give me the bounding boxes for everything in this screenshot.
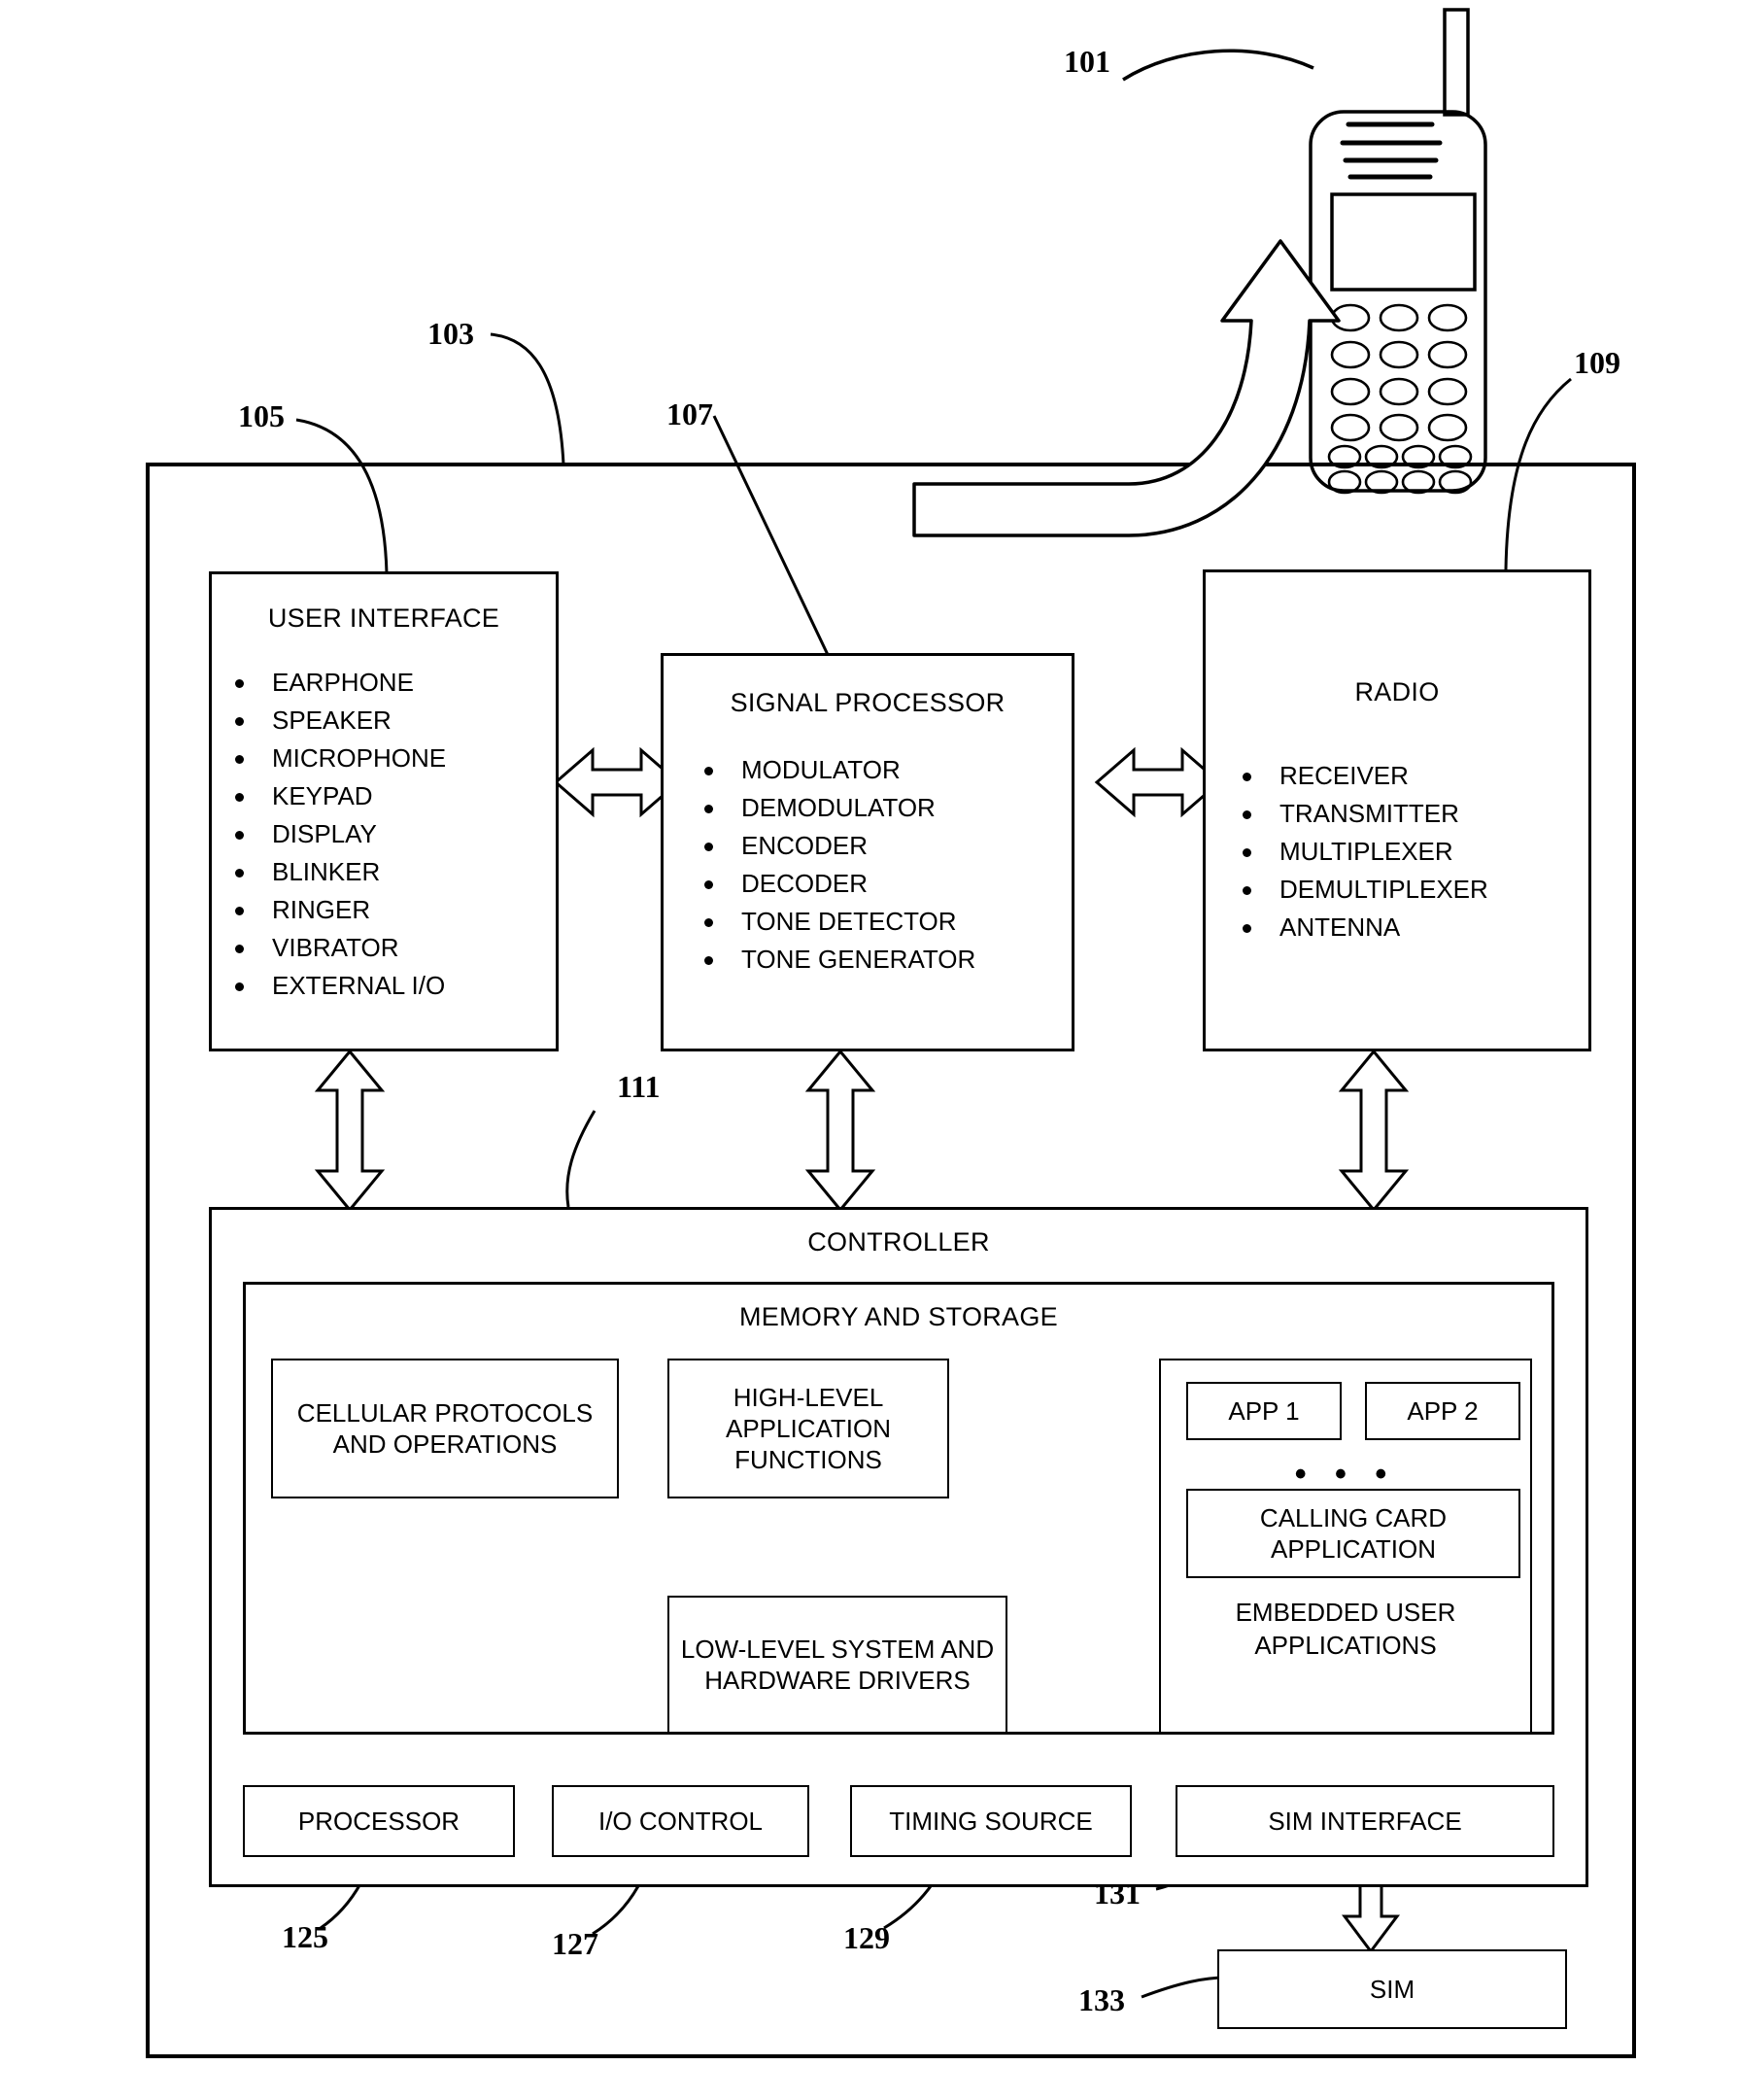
controller-block[interactable]: CONTROLLER MEMORY AND STORAGE CELLULAR P… [209,1207,1588,1887]
leader-101 [1122,49,1314,82]
memory-and-storage-block[interactable]: MEMORY AND STORAGE CELLULAR PROTOCOLS AN… [243,1282,1554,1735]
calling-card-application-title: CALLING CARD APPLICATION [1259,1503,1448,1564]
io-control-title: I/O CONTROL [597,1807,763,1836]
ref-133: 133 [1078,1982,1125,2017]
leader-109 [1504,377,1572,570]
low-level-drivers-title: LOW-LEVEL SYSTEM AND HARDWARE DRIVERS [680,1635,995,1695]
ref-103: 103 [427,316,474,351]
app-ellipsis: • • • [1294,1456,1397,1493]
list-item: MODULATOR [691,751,975,789]
user-interface-list: EARPHONE SPEAKER MICROPHONE KEYPAD DISPL… [222,664,446,1005]
list-item: EARPHONE [222,664,446,702]
signal-processor-title: SIGNAL PROCESSOR [730,688,1006,717]
handset-display [1330,192,1477,292]
app-1-label: APP 1 [1228,1396,1300,1426]
signal-processor-block[interactable]: SIGNAL PROCESSOR MODULATOR DEMODULATOR E… [661,653,1074,1051]
app-2-block[interactable]: APP 2 [1365,1382,1520,1440]
list-item: ANTENNA [1229,909,1488,947]
io-control-block[interactable]: I/O CONTROL [552,1785,809,1857]
sim-interface-title: SIM INTERFACE [1268,1807,1462,1836]
leader-133 [1141,1976,1227,1999]
ref-129: 129 [843,1920,890,1955]
radio-title: RADIO [1354,677,1440,706]
list-item: RINGER [222,891,446,929]
processor-block[interactable]: PROCESSOR [243,1785,515,1857]
list-item: DECODER [691,865,975,903]
embedded-user-applications-block[interactable]: APP 1 APP 2 • • • CALLING CARD APPLICATI… [1159,1359,1532,1734]
cellular-protocols-block[interactable]: CELLULAR PROTOCOLS AND OPERATIONS [271,1359,619,1498]
list-item: BLINKER [222,853,446,891]
high-level-app-functions-title: HIGH-LEVEL APPLICATION FUNCTIONS [725,1383,891,1474]
patent-figure: 101 103 105 107 109 111 113 115 117 119 … [0,0,1739,2100]
memory-and-storage-title: MEMORY AND STORAGE [739,1302,1058,1331]
user-interface-block[interactable]: USER INTERFACE EARPHONE SPEAKER MICROPHO… [209,571,559,1051]
list-item: EXTERNAL I/O [222,967,446,1005]
ref-105: 105 [238,398,285,433]
list-item: SPEAKER [222,702,446,740]
controller-title: CONTROLLER [807,1227,990,1257]
ref-111: 111 [617,1069,661,1104]
app-1-block[interactable]: APP 1 [1186,1382,1342,1440]
handset-antenna [1443,8,1470,117]
radio-list: RECEIVER TRANSMITTER MULTIPLEXER DEMULTI… [1229,757,1488,947]
leader-105 [295,418,389,574]
list-item: KEYPAD [222,777,446,815]
list-item: TONE DETECTOR [691,903,975,941]
callout-arrow-to-handset [912,239,1341,537]
list-item: TONE GENERATOR [691,941,975,979]
leader-111 [565,1110,597,1208]
timing-source-block[interactable]: TIMING SOURCE [850,1785,1132,1857]
leader-103 [490,332,565,465]
list-item: TRANSMITTER [1229,795,1488,833]
timing-source-title: TIMING SOURCE [889,1807,1093,1836]
list-item: MICROPHONE [222,740,446,777]
list-item: DISPLAY [222,815,446,853]
leader-107 [712,415,833,662]
signal-processor-list: MODULATOR DEMODULATOR ENCODER DECODER TO… [691,751,975,979]
list-item: MULTIPLEXER [1229,833,1488,871]
user-interface-title: USER INTERFACE [267,603,500,633]
sim-block[interactable]: SIM [1217,1949,1567,2029]
list-item: ENCODER [691,827,975,865]
sim-interface-block[interactable]: SIM INTERFACE [1176,1785,1554,1857]
cellular-protocols-title: CELLULAR PROTOCOLS AND OPERATIONS [296,1398,594,1459]
arrow-signalprocessor-radio [1094,746,1222,818]
list-item: RECEIVER [1229,757,1488,795]
calling-card-application-block[interactable]: CALLING CARD APPLICATION [1186,1489,1520,1578]
embedded-user-applications-title: EMBEDDED USER APPLICATIONS [1235,1598,1456,1660]
ref-107: 107 [666,396,713,431]
processor-title: PROCESSOR [297,1807,460,1836]
ref-109: 109 [1574,345,1620,380]
list-item: VIBRATOR [222,929,446,967]
arrow-radio-controller [1338,1049,1410,1213]
ref-127: 127 [552,1926,598,1961]
app-2-label: APP 2 [1407,1396,1479,1426]
high-level-app-functions-block[interactable]: HIGH-LEVEL APPLICATION FUNCTIONS [667,1359,949,1498]
arrow-signalprocessor-controller [804,1049,876,1213]
low-level-drivers-block[interactable]: LOW-LEVEL SYSTEM AND HARDWARE DRIVERS [667,1596,1007,1734]
arrow-ui-controller [314,1049,386,1213]
handset-speaker-grille [1340,121,1443,180]
ref-125: 125 [282,1919,328,1954]
ref-101: 101 [1064,44,1110,79]
list-item: DEMULTIPLEXER [1229,871,1488,909]
list-item: DEMODULATOR [691,789,975,827]
radio-block[interactable]: RADIO RECEIVER TRANSMITTER MULTIPLEXER D… [1203,569,1591,1051]
sim-title: SIM [1369,1975,1415,2004]
